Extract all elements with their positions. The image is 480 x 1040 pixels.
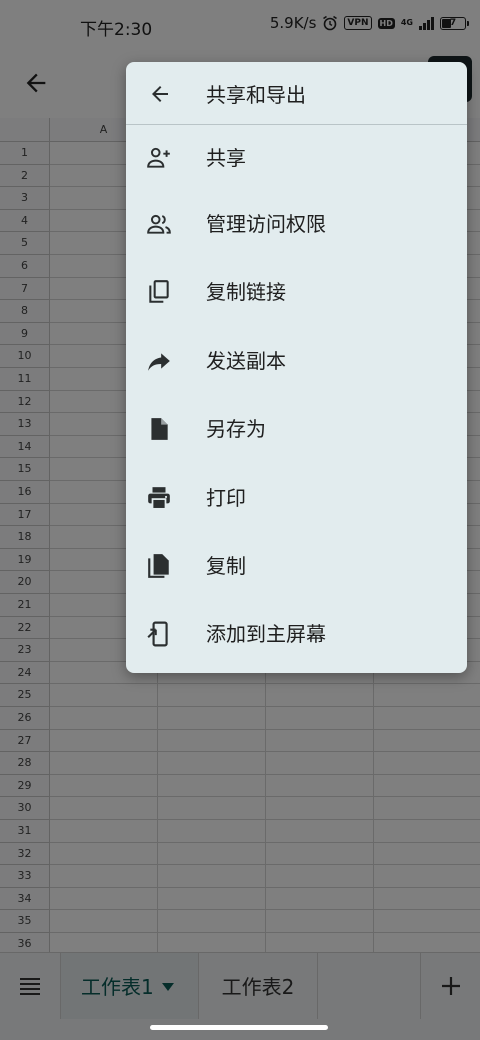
- menu-item-label: 共享: [206, 146, 246, 170]
- menu-item-add-to-home[interactable]: 添加到主屏幕: [126, 599, 467, 667]
- arrow-left-icon[interactable]: [148, 82, 172, 106]
- people-icon: [147, 214, 171, 234]
- home-indicator[interactable]: [150, 1025, 328, 1030]
- add-to-home-icon: [147, 621, 168, 647]
- menu-item-label: 管理访问权限: [206, 212, 326, 236]
- menu-item-print[interactable]: 打印: [126, 463, 467, 531]
- forward-arrow-icon: [148, 353, 170, 371]
- menu-item-send-copy[interactable]: 发送副本: [126, 326, 467, 394]
- menu-item-label: 打印: [206, 485, 246, 510]
- menu-item-label: 复制: [206, 553, 246, 578]
- share-export-menu: 共享和导出 共享 管理访问权限 复制链接 发送副本 另存为 打印 复制 添加到主…: [126, 62, 467, 673]
- menu-item-label: 另存为: [206, 417, 266, 442]
- menu-item-label: 添加到主屏幕: [206, 622, 326, 647]
- person-add-icon: [147, 147, 170, 168]
- menu-item-duplicate[interactable]: 复制: [126, 531, 467, 599]
- menu-item-share[interactable]: 共享: [126, 125, 467, 189]
- menu-item-label: 复制链接: [206, 280, 286, 305]
- print-icon: [148, 486, 170, 510]
- menu-title: 共享和导出: [206, 83, 306, 107]
- menu-item-save-as[interactable]: 另存为: [126, 394, 467, 462]
- menu-item-label: 发送副本: [206, 348, 286, 373]
- menu-item-manage-access[interactable]: 管理访问权限: [126, 189, 467, 257]
- copy-icon: [149, 280, 169, 304]
- menu-header[interactable]: 共享和导出: [126, 62, 467, 125]
- menu-item-copy-link[interactable]: 复制链接: [126, 257, 467, 325]
- file-icon: [151, 418, 168, 441]
- file-copy-icon: [148, 554, 169, 578]
